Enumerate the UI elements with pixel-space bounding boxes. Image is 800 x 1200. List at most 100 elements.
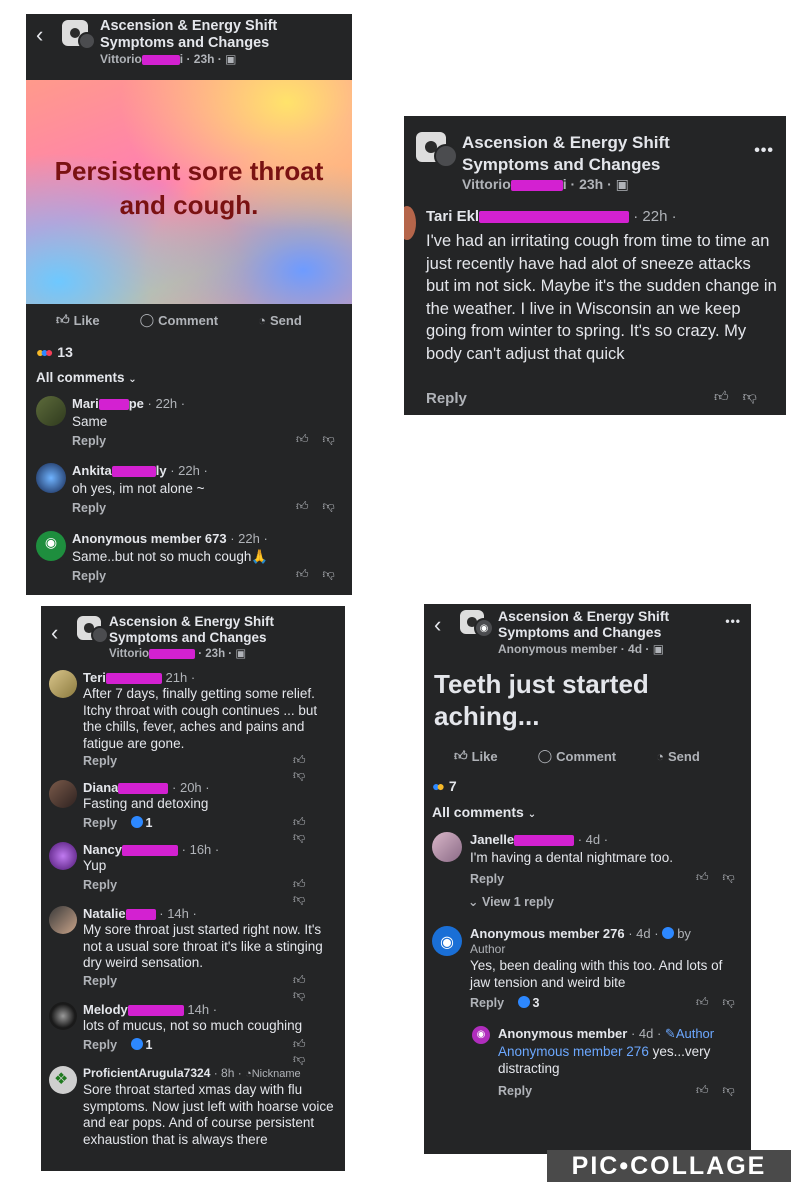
- commenter-name[interactable]: ProficientArugula7324 · 8h · ◔Nickname: [83, 1066, 301, 1080]
- mention-link[interactable]: Anonymous member 276: [498, 1044, 649, 1059]
- more-options-icon[interactable]: •••: [725, 614, 741, 628]
- comment: Natalie · 14h · My sore throat just star…: [41, 906, 345, 1002]
- more-options-icon[interactable]: •••: [754, 142, 774, 160]
- vote-icons[interactable]: 👍︎👎︎: [696, 870, 749, 885]
- avatar[interactable]: [49, 670, 77, 698]
- avatar[interactable]: [36, 396, 66, 426]
- commenter-name[interactable]: Teri 21h ·: [83, 670, 195, 685]
- comment-text: Sore throat started xmas day with flu sy…: [83, 1082, 334, 1147]
- author-avatar[interactable]: [78, 32, 96, 50]
- vote-icons[interactable]: 👍︎👎︎: [696, 1083, 749, 1098]
- commenter-name[interactable]: Ankita ly · 22h ·: [72, 463, 208, 478]
- vote-icons[interactable]: 👍︎👎︎: [714, 388, 771, 405]
- avatar[interactable]: [49, 780, 77, 808]
- commenter-name[interactable]: Janelle · 4d ·: [470, 832, 608, 847]
- vote-icons[interactable]: 👍︎👎︎: [293, 1037, 345, 1067]
- post-header: Ascension & Energy Shift Symptoms and Cha…: [404, 116, 786, 196]
- avatar[interactable]: ❖: [49, 1066, 77, 1094]
- comment-button[interactable]: ◯ Comment: [538, 748, 617, 764]
- anonymous-avatar-icon[interactable]: [432, 926, 462, 956]
- author-avatar[interactable]: [434, 144, 458, 168]
- pic-collage-watermark: PIC•COLLAGE: [547, 1150, 791, 1182]
- comment: ❖ ProficientArugula7324 · 8h · ◔Nickname…: [41, 1066, 345, 1166]
- commenter-name[interactable]: Anonymous member 276 · 4d · by: [470, 926, 691, 941]
- back-arrow-icon[interactable]: ‹: [51, 620, 58, 646]
- reply-button[interactable]: Reply: [83, 878, 117, 892]
- comment-text: Yup: [83, 858, 107, 873]
- back-arrow-icon[interactable]: ‹: [434, 612, 441, 638]
- reply-button[interactable]: Reply: [470, 872, 504, 886]
- commenter-name[interactable]: Melody 14h ·: [83, 1002, 217, 1017]
- reply-button[interactable]: Reply: [498, 1084, 532, 1098]
- chevron-down-icon: ⌄: [468, 895, 479, 909]
- group-privacy-icon: ▣: [615, 176, 629, 192]
- leaf-icon: ❖: [54, 1071, 69, 1088]
- all-comments-filter[interactable]: All comments ⌄: [432, 804, 536, 820]
- reply-button[interactable]: Reply: [72, 501, 106, 515]
- all-comments-filter[interactable]: All comments ⌄: [36, 370, 137, 385]
- avatar[interactable]: [49, 842, 77, 870]
- view-replies-link[interactable]: ⌄ View 1 reply: [468, 894, 554, 909]
- send-icon: ◔: [258, 312, 266, 328]
- comment-text: My sore throat just started right now. I…: [83, 922, 323, 970]
- anonymous-author-icon[interactable]: [474, 618, 494, 638]
- send-icon: ◔: [656, 748, 664, 764]
- like-button[interactable]: 👍︎ Like: [56, 312, 100, 328]
- commenter-name[interactable]: Anonymous member · 4d · ✎Author: [498, 1026, 714, 1042]
- reaction-summary[interactable]: ●●● 13: [36, 344, 73, 360]
- reply-button[interactable]: Reply 1: [83, 1038, 152, 1052]
- reply-button[interactable]: Reply 1: [83, 816, 152, 830]
- thumbs-up-icon: 👍︎: [454, 748, 468, 763]
- vote-icons[interactable]: 👍︎👎︎: [293, 973, 345, 1003]
- comment-button[interactable]: ◯ Comment: [140, 312, 219, 328]
- thumbs-up-icon: 👍︎: [56, 312, 70, 327]
- commenter-name[interactable]: Tari Ekl · 22h ·: [426, 208, 677, 225]
- group-name[interactable]: Ascension & Energy Shift Symptoms and Cha…: [100, 18, 277, 51]
- vote-icons[interactable]: 👍︎👎︎: [293, 877, 345, 907]
- anonymous-avatar-icon[interactable]: [472, 1026, 490, 1044]
- commenter-name[interactable]: Mari pe · 22h ·: [72, 396, 185, 411]
- group-privacy-icon: ▣: [652, 642, 665, 656]
- reply-button[interactable]: Reply: [83, 754, 117, 768]
- send-button[interactable]: ◔ Send: [656, 748, 700, 764]
- back-arrow-icon[interactable]: ‹: [36, 22, 43, 48]
- group-name[interactable]: Ascension & Energy Shift Symptoms and Cha…: [109, 614, 274, 645]
- commenter-name[interactable]: Anonymous member 673 · 22h ·: [72, 531, 268, 546]
- group-name[interactable]: Ascension & Energy Shift Symptoms and Cha…: [498, 608, 669, 640]
- author-label: Author: [470, 942, 506, 956]
- vote-icons[interactable]: 👍︎👎︎: [293, 815, 345, 845]
- reply-button[interactable]: Reply: [83, 974, 117, 988]
- avatar[interactable]: [404, 206, 416, 240]
- author-avatar[interactable]: [91, 626, 109, 644]
- comment-text: Same..but not so much cough🙏: [72, 549, 269, 564]
- post-text: Persistent sore throat and cough.: [54, 156, 324, 220]
- vote-icons[interactable]: 👍︎👎︎: [296, 432, 349, 447]
- anonymous-avatar-icon[interactable]: [36, 531, 66, 561]
- commenter-name[interactable]: Diana · 20h ·: [83, 780, 210, 795]
- author-badge: ✎Author: [664, 1026, 715, 1041]
- avatar[interactable]: [36, 463, 66, 493]
- reply-button[interactable]: Reply: [72, 569, 106, 583]
- reaction-summary[interactable]: ●● 7: [432, 778, 457, 794]
- vote-icons[interactable]: 👍︎👎︎: [696, 995, 749, 1010]
- commenter-name[interactable]: Natalie · 14h ·: [83, 906, 197, 921]
- like-button[interactable]: 👍︎ Like: [454, 748, 498, 764]
- post-panel-3: ‹ Ascension & Energy Shift Symptoms and C…: [41, 606, 345, 1171]
- commenter-name[interactable]: Nancy · 16h ·: [83, 842, 219, 857]
- avatar[interactable]: [49, 906, 77, 934]
- group-name[interactable]: Ascension & Energy Shift Symptoms and Cha…: [462, 132, 670, 176]
- avatar[interactable]: [49, 1002, 77, 1030]
- vote-icons[interactable]: 👍︎👎︎: [296, 499, 349, 514]
- reply-button[interactable]: Reply: [426, 390, 467, 407]
- comment: Teri 21h · After 7 days, finally getting…: [41, 670, 345, 782]
- reply-button[interactable]: Reply 3: [470, 996, 539, 1010]
- vote-icons[interactable]: 👍︎👎︎: [293, 753, 345, 783]
- avatar[interactable]: [432, 832, 462, 862]
- comment-text: Yes, been dealing with this too. And lot…: [470, 958, 723, 990]
- comment-icon: ◯: [537, 748, 553, 763]
- reply-button[interactable]: Reply: [72, 434, 106, 448]
- comment: Ankita ly · 22h · oh yes, im not alone ~ …: [26, 461, 352, 521]
- send-button[interactable]: ◔ Send: [258, 312, 302, 328]
- comment-text: Fasting and detoxing: [83, 796, 209, 811]
- vote-icons[interactable]: 👍︎👎︎: [296, 567, 349, 582]
